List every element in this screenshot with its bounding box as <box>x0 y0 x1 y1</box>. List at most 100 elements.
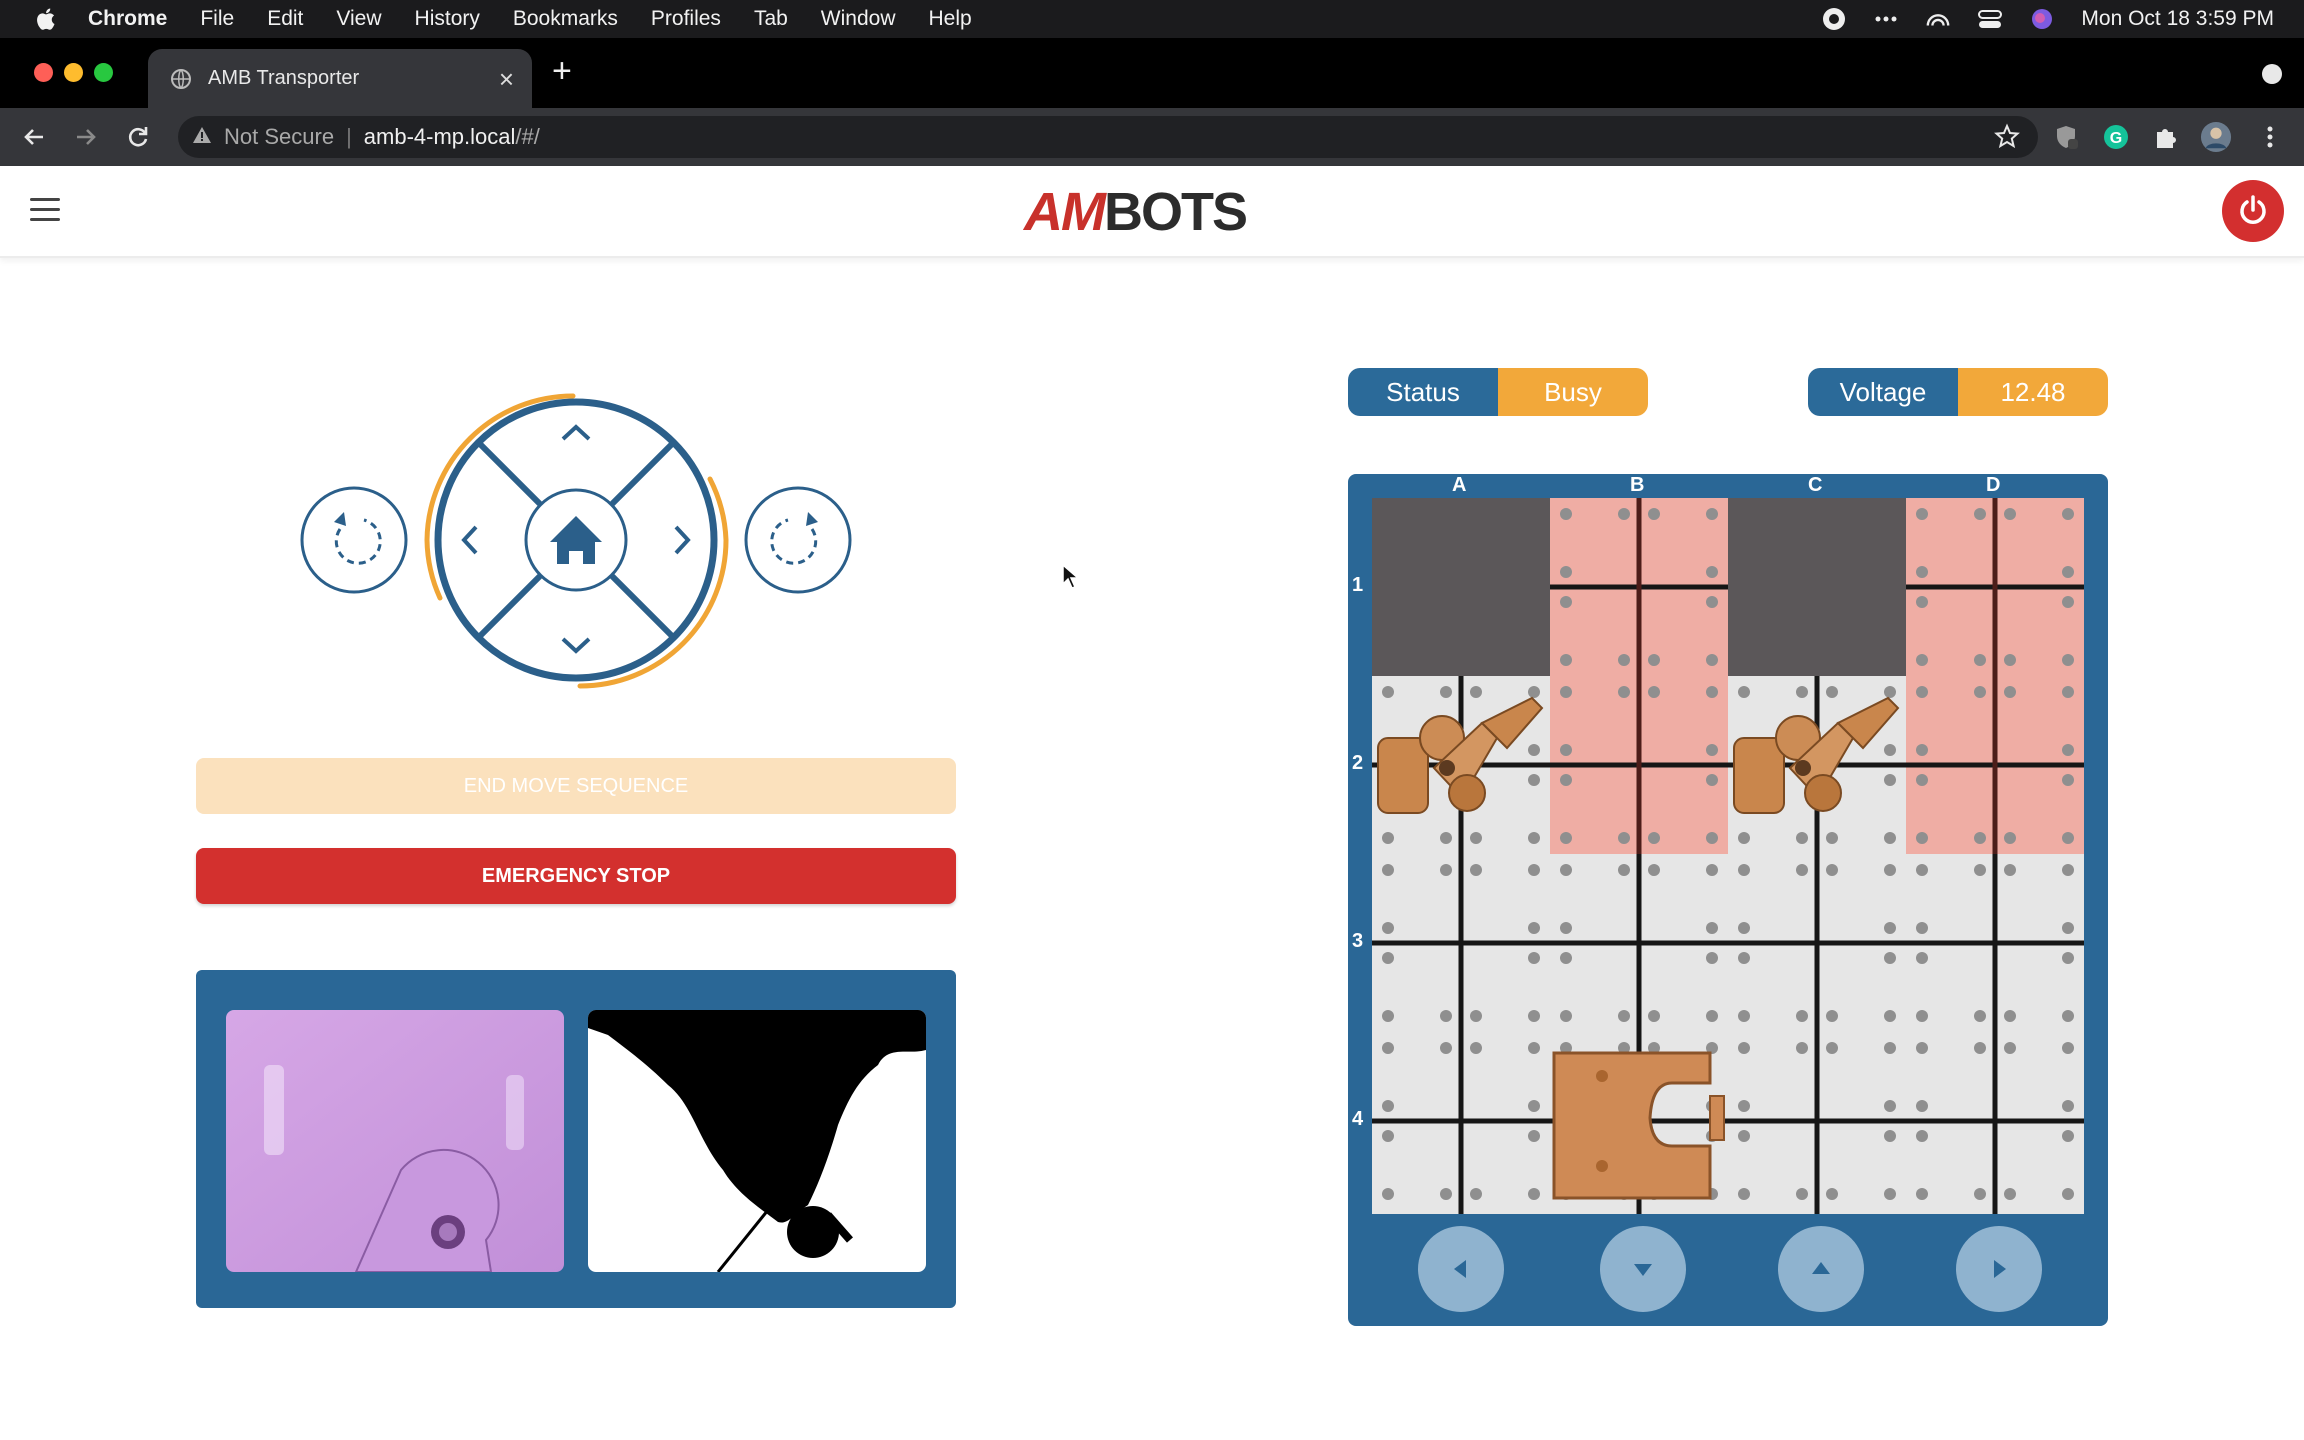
peg-dot <box>1974 832 1986 844</box>
peg-dot <box>1916 952 1928 964</box>
rotate-right-button[interactable] <box>744 486 852 594</box>
control-center-icon[interactable] <box>1977 6 2003 32</box>
forward-arrow-icon[interactable] <box>70 121 102 153</box>
bookmark-star-icon[interactable] <box>1994 123 2020 155</box>
tab-close-icon[interactable]: × <box>499 64 514 95</box>
menu-profiles[interactable]: Profiles <box>651 7 721 31</box>
peg-dot <box>1884 1042 1896 1054</box>
menu-file[interactable]: File <box>200 7 234 31</box>
back-arrow-icon[interactable] <box>18 121 50 153</box>
peg-dot <box>1916 832 1928 844</box>
peg-dot <box>1974 686 1986 698</box>
peg-dot <box>1440 1042 1452 1054</box>
peg-dot <box>2004 686 2016 698</box>
peg-dot <box>1618 864 1630 876</box>
peg-dot <box>1528 744 1540 756</box>
board-left-button[interactable] <box>1418 1226 1504 1312</box>
menubar-clock[interactable]: Mon Oct 18 3:59 PM <box>2081 7 2274 31</box>
peg-dot <box>1528 922 1540 934</box>
triangle-down-icon <box>1634 1264 1652 1276</box>
peg-dot <box>1826 832 1838 844</box>
siri-icon[interactable] <box>2029 6 2055 32</box>
peg-dot <box>1884 1010 1896 1022</box>
browser-toolbar: Not Secure | amb-4-mp.local/#/ G <box>0 108 2304 166</box>
board-up-button[interactable] <box>1778 1226 1864 1312</box>
peg-dot <box>1560 922 1572 934</box>
browser-tab-active[interactable]: AMB Transporter × <box>148 49 532 108</box>
profile-avatar-icon[interactable] <box>2200 121 2232 153</box>
security-label[interactable]: Not Secure <box>224 124 334 150</box>
peg-dot <box>2062 952 2074 964</box>
peg-dot <box>1916 686 1928 698</box>
chrome-menu-icon[interactable] <box>2254 121 2286 153</box>
screen-record-icon[interactable] <box>1821 6 1847 32</box>
peg-dot <box>1796 1188 1808 1200</box>
menu-bookmarks[interactable]: Bookmarks <box>513 7 618 31</box>
peg-dot <box>1706 922 1718 934</box>
peg-dot <box>1738 922 1750 934</box>
peg-dot <box>1440 1188 1452 1200</box>
peg-dot <box>1738 832 1750 844</box>
menu-history[interactable]: History <box>415 7 480 31</box>
menu-edit[interactable]: Edit <box>267 7 303 31</box>
board-right-button[interactable] <box>1956 1226 2042 1312</box>
peg-dot <box>1884 952 1896 964</box>
status-value-badge: Busy <box>1498 368 1648 416</box>
peg-dot <box>2062 774 2074 786</box>
status-indicator: Status Busy <box>1348 368 1648 416</box>
peg-dot <box>1560 832 1572 844</box>
board-grid <box>1372 498 2084 1214</box>
power-button[interactable] <box>2222 180 2284 242</box>
peg-dot <box>1382 922 1394 934</box>
airdrop-icon[interactable] <box>1925 6 1951 32</box>
peg-dot <box>1738 952 1750 964</box>
peg-dot <box>2062 508 2074 520</box>
end-move-sequence-button[interactable]: END MOVE SEQUENCE <box>196 758 956 814</box>
home-button[interactable] <box>524 488 628 592</box>
address-bar[interactable]: Not Secure | amb-4-mp.local/#/ <box>178 116 2038 158</box>
peg-dot <box>1916 654 1928 666</box>
reload-icon[interactable] <box>122 121 154 153</box>
menu-view[interactable]: View <box>336 7 381 31</box>
peg-dot <box>1528 864 1540 876</box>
more-dots-icon[interactable] <box>1873 6 1899 32</box>
window-zoom-button[interactable] <box>94 63 113 82</box>
menu-window[interactable]: Window <box>821 7 896 31</box>
rotate-left-button[interactable] <box>300 486 408 594</box>
menu-tab[interactable]: Tab <box>754 7 788 31</box>
power-icon <box>2240 195 2266 224</box>
voltage-value-badge: 12.48 <box>1958 368 2108 416</box>
warning-triangle-icon[interactable] <box>192 124 212 150</box>
peg-dot <box>1916 1010 1928 1022</box>
peg-dot <box>1916 1042 1928 1054</box>
board-down-button[interactable] <box>1600 1226 1686 1312</box>
peg-dot <box>1916 596 1928 608</box>
new-tab-icon[interactable]: + <box>552 52 572 91</box>
peg-dot <box>1528 1042 1540 1054</box>
tab-search-icon[interactable] <box>2262 64 2282 84</box>
hamburger-menu-icon[interactable] <box>30 198 60 222</box>
peg-dot <box>1974 1188 1986 1200</box>
peg-dot <box>1382 1188 1394 1200</box>
peg-dot <box>1440 832 1452 844</box>
app-header: AM BOTS <box>0 166 2304 258</box>
window-minimize-button[interactable] <box>64 63 83 82</box>
emergency-stop-button[interactable]: EMERGENCY STOP <box>196 848 956 904</box>
menu-help[interactable]: Help <box>929 7 972 31</box>
apple-logo-icon[interactable] <box>34 6 60 32</box>
peg-dot <box>1618 686 1630 698</box>
peg-dot <box>1470 832 1482 844</box>
triangle-right-icon <box>1994 1260 2006 1278</box>
url-path: /#/ <box>515 124 540 149</box>
globe-icon <box>171 68 191 89</box>
grammarly-icon[interactable]: G <box>2100 121 2132 153</box>
peg-dot <box>1916 864 1928 876</box>
peg-dot <box>1382 864 1394 876</box>
shield-extension-icon[interactable] <box>2050 121 2082 153</box>
peg-dot <box>1738 1042 1750 1054</box>
menu-chrome[interactable]: Chrome <box>88 7 167 31</box>
peg-dot <box>2004 864 2016 876</box>
logo-am-text: AM <box>1024 182 1106 242</box>
extensions-puzzle-icon[interactable] <box>2150 121 2182 153</box>
window-close-button[interactable] <box>34 63 53 82</box>
